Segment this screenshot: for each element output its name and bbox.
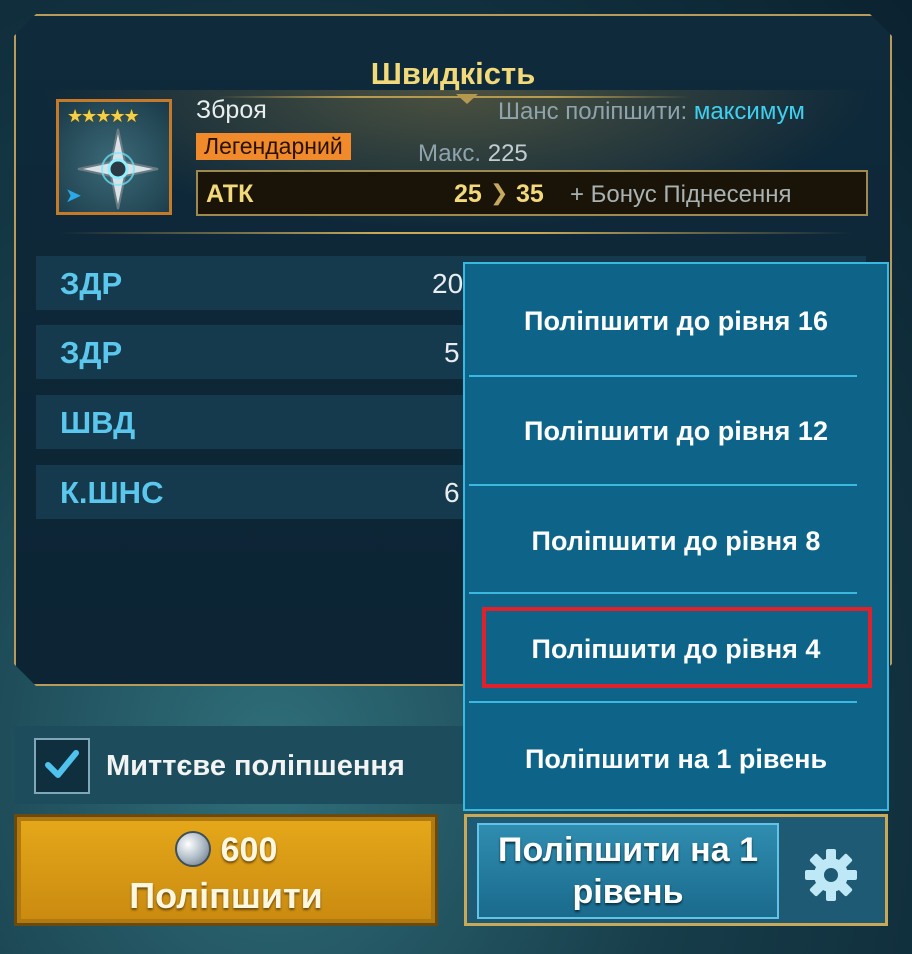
- speed-set-icon: ➤: [65, 185, 82, 207]
- max-label: Макс.: [418, 140, 482, 167]
- upgrade-button[interactable]: 600 Поліпшити: [14, 814, 438, 926]
- panel-title: Швидкість: [370, 56, 536, 91]
- gear-icon[interactable]: [803, 847, 859, 903]
- main-stat-row: АТК 25 ❯ 35 + Бонус Піднесення: [196, 170, 868, 216]
- silver-coin-icon: [174, 831, 211, 867]
- dropdown-item-level-8[interactable]: Поліпшити до рівня 8: [465, 486, 887, 594]
- item-type: Зброя: [196, 96, 267, 124]
- instant-upgrade-label: Миттєве поліпшення: [106, 750, 405, 782]
- substat-name: ШВД: [60, 405, 136, 440]
- dropdown-item-label: Поліпшити на 1 рівень: [524, 744, 828, 774]
- instant-upgrade-row[interactable]: Миттєве поліпшення: [14, 726, 534, 804]
- checkmark-icon: [45, 750, 79, 778]
- ascension-bonus-label: + Бонус Піднесення: [570, 181, 792, 208]
- chance-label: Шанс поліпшити:: [498, 98, 688, 125]
- dropdown-item-label: Поліпшити до рівня 12: [524, 416, 828, 446]
- main-stat-current: 25: [454, 180, 482, 208]
- shuriken-icon: [77, 128, 159, 210]
- upgrade-level-dropdown: Поліпшити до рівня 16 Поліпшити до рівня…: [463, 262, 889, 811]
- chevron-right-icon: ❯: [490, 180, 509, 205]
- upgrade-mode-line1: Поліпшити на 1: [498, 831, 758, 869]
- upgrade-mode-line2: рівень: [572, 873, 684, 911]
- upgrade-mode-label[interactable]: Поліпшити на 1 рівень: [477, 823, 779, 919]
- substat-value: 5: [444, 337, 460, 368]
- max-value: 225: [487, 140, 528, 167]
- artifact-icon[interactable]: ★★★★★ ➤: [56, 99, 172, 215]
- dropdown-item-label: Поліпшити до рівня 16: [524, 306, 828, 336]
- dropdown-item-plus-1[interactable]: Поліпшити на 1 рівень: [465, 704, 887, 812]
- upgrade-mode-button[interactable]: Поліпшити на 1 рівень: [464, 814, 888, 926]
- chance-value: максимум: [693, 98, 805, 125]
- substat-name: ЗДР: [60, 335, 123, 370]
- main-stat-name: АТК: [206, 180, 254, 208]
- upgrade-cost: 600: [17, 831, 435, 870]
- instant-upgrade-checkbox[interactable]: [34, 738, 90, 794]
- substat-value: 6: [444, 477, 460, 508]
- max-level: Макс. 225: [418, 140, 528, 168]
- substat-value: 20: [432, 268, 464, 299]
- substat-name: ЗДР: [60, 266, 123, 301]
- header-divider: [60, 232, 852, 234]
- main-stat-next: 35: [516, 180, 544, 208]
- selection-highlight: [482, 607, 872, 688]
- dropdown-divider: [469, 701, 857, 703]
- cost-value: 600: [220, 831, 278, 869]
- dropdown-item-label: Поліпшити до рівня 8: [531, 526, 821, 556]
- dropdown-item-level-16[interactable]: Поліпшити до рівня 16: [465, 264, 887, 372]
- upgrade-chance: Шанс поліпшити: максимум: [498, 98, 805, 126]
- upgrade-button-label: Поліпшити: [129, 875, 323, 916]
- rarity-badge: Легендарний: [196, 133, 351, 160]
- dropdown-item-level-12[interactable]: Поліпшити до рівня 12: [465, 376, 887, 484]
- substat-name: К.ШНС: [60, 475, 164, 510]
